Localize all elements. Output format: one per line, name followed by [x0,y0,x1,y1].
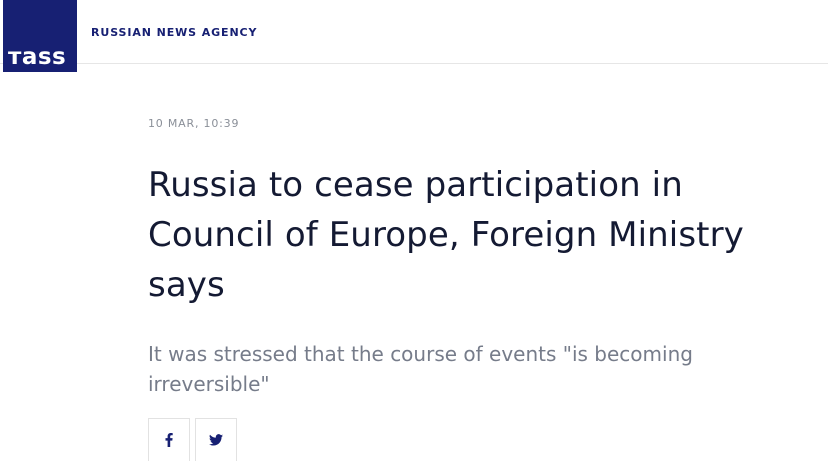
tass-logo[interactable]: тass [3,0,77,72]
agency-label: RUSSIAN NEWS AGENCY [91,26,258,39]
share-bar [148,418,237,461]
article-headline: Russia to cease participation in Council… [148,165,744,305]
site-header: тass RUSSIAN NEWS AGENCY [0,0,828,72]
twitter-icon [209,434,223,446]
article-dateline: 10 MAR, 10:39 [148,117,240,130]
twitter-share-button[interactable] [195,418,237,461]
article: 10 MAR, 10:39 Russia to cease participat… [148,114,808,399]
article-lead: It was stressed that the course of event… [148,342,693,396]
page: тass RUSSIAN NEWS AGENCY 10 MAR, 10:39 R… [0,0,828,461]
facebook-icon [165,433,173,447]
logo-text: тass [8,44,67,70]
facebook-share-button[interactable] [148,418,190,461]
